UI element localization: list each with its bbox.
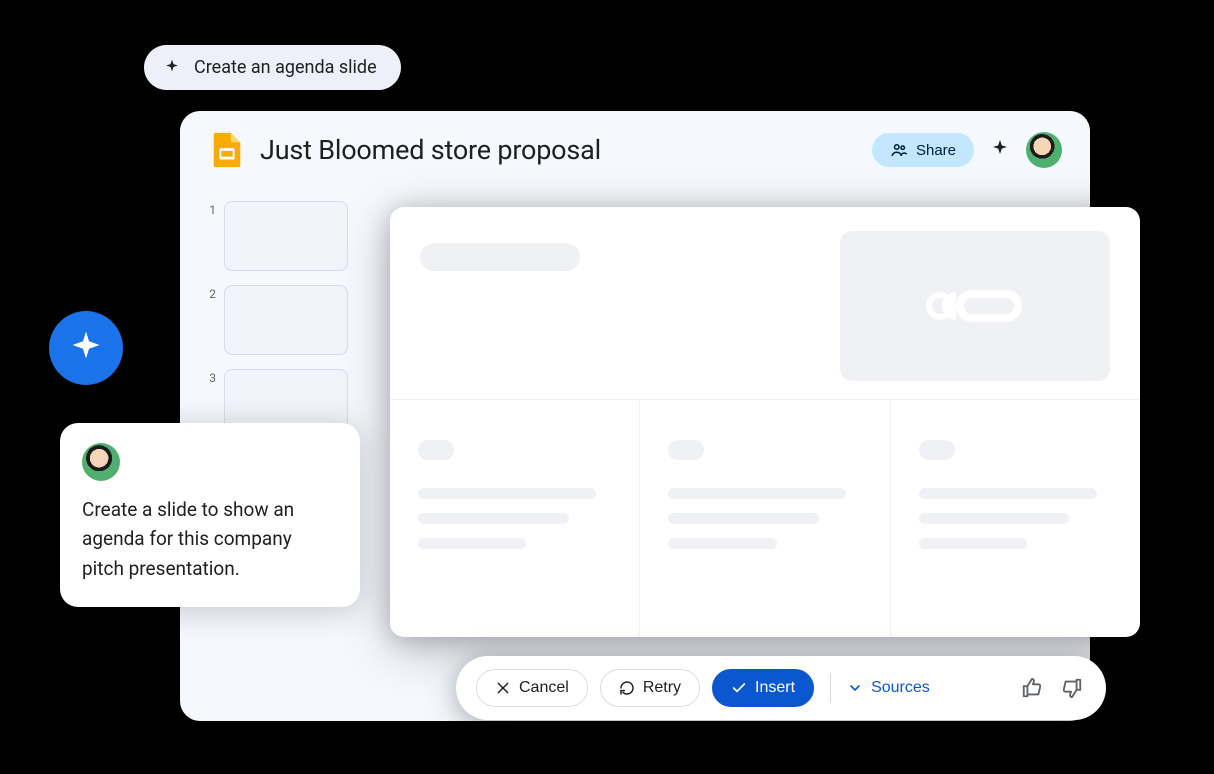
document-title[interactable]: Just Bloomed store proposal xyxy=(260,134,858,166)
placeholder-column xyxy=(640,400,890,637)
placeholder-line xyxy=(418,513,569,524)
placeholder-title xyxy=(420,243,580,271)
retry-label: Retry xyxy=(643,679,681,697)
placeholder-line xyxy=(418,538,526,549)
insert-label: Insert xyxy=(755,679,795,697)
slide-thumbnail-2[interactable]: 2 xyxy=(204,285,364,355)
thumb-preview xyxy=(224,201,348,271)
google-slides-icon xyxy=(208,131,246,169)
people-icon xyxy=(890,141,908,159)
chevron-down-icon xyxy=(847,680,863,696)
divider xyxy=(830,673,831,703)
placeholder-line xyxy=(919,488,1097,499)
thumbs-up-icon xyxy=(1021,677,1043,699)
generated-slide-preview xyxy=(390,207,1140,637)
thumb-number: 2 xyxy=(204,285,216,301)
sources-button[interactable]: Sources xyxy=(847,679,930,697)
thumbs-up-button[interactable] xyxy=(1018,674,1046,702)
user-avatar xyxy=(82,443,120,481)
insert-button[interactable]: Insert xyxy=(712,669,814,707)
placeholder-image xyxy=(840,231,1110,381)
cancel-label: Cancel xyxy=(519,679,569,697)
suggestion-chip[interactable]: Create an agenda slide xyxy=(144,45,401,90)
placeholder-line xyxy=(919,538,1027,549)
placeholder-heading xyxy=(668,440,704,460)
generation-action-bar: Cancel Retry Insert Sources xyxy=(456,656,1106,720)
check-icon xyxy=(731,680,747,696)
cancel-button[interactable]: Cancel xyxy=(476,669,588,707)
thumb-preview xyxy=(224,285,348,355)
placeholder-columns xyxy=(390,399,1140,637)
gemini-sparkle-icon[interactable] xyxy=(988,138,1012,162)
retry-button[interactable]: Retry xyxy=(600,669,700,707)
app-header: Just Bloomed store proposal Share xyxy=(180,111,1090,183)
placeholder-line xyxy=(919,513,1070,524)
share-label: Share xyxy=(916,142,956,159)
suggestion-label: Create an agenda slide xyxy=(194,57,377,78)
retry-icon xyxy=(619,680,635,696)
slide-thumbnails-panel: 1 2 3 xyxy=(204,201,364,453)
placeholder-heading xyxy=(418,440,454,460)
placeholder-column xyxy=(891,400,1140,637)
gemini-badge xyxy=(49,311,123,385)
placeholder-heading xyxy=(919,440,955,460)
thumb-number: 3 xyxy=(204,369,216,385)
placeholder-line xyxy=(668,538,776,549)
slide-thumbnail-1[interactable]: 1 xyxy=(204,201,364,271)
placeholder-column xyxy=(390,400,640,637)
placeholder-line xyxy=(668,513,819,524)
user-avatar[interactable] xyxy=(1026,132,1062,168)
sparkle-icon xyxy=(162,58,182,78)
sources-label: Sources xyxy=(871,679,930,697)
thumbs-down-button[interactable] xyxy=(1058,674,1086,702)
placeholder-line xyxy=(418,488,596,499)
thumbs-down-icon xyxy=(1061,677,1083,699)
placeholder-line xyxy=(668,488,846,499)
share-button[interactable]: Share xyxy=(872,133,974,167)
prompt-text: Create a slide to show an agenda for thi… xyxy=(82,495,338,583)
thumb-number: 1 xyxy=(204,201,216,217)
user-prompt-card: Create a slide to show an agenda for thi… xyxy=(60,423,360,607)
close-icon xyxy=(495,680,511,696)
